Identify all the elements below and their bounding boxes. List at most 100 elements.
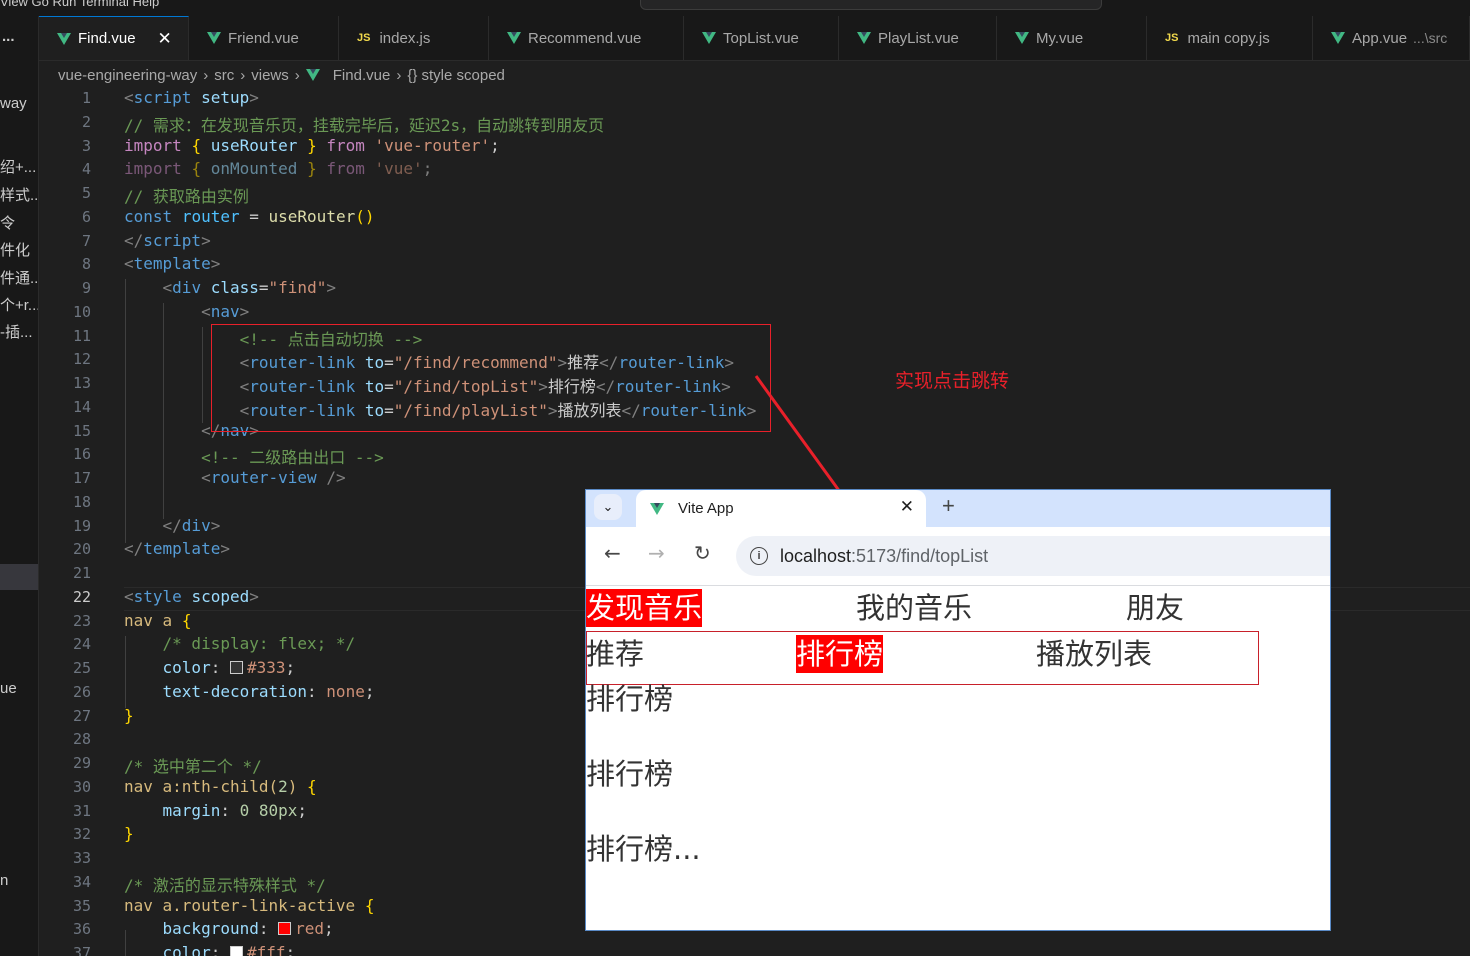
tab-label: PlayList.vue [878, 29, 959, 47]
browser-window: ⌄ Vite App ✕ + ← → ↻ i localhost:5173/fi… [585, 489, 1331, 931]
tab-my-vue[interactable]: My.vue [997, 16, 1147, 60]
breadcrumb-item[interactable]: src [214, 67, 234, 84]
command-center[interactable] [640, 0, 1102, 10]
breadcrumb-item[interactable]: vue-engineering-way [58, 67, 197, 84]
forward-arrow-icon[interactable]: → [648, 541, 665, 565]
tab-list-button[interactable]: ⌄ [594, 494, 622, 520]
tab-label: My.vue [1036, 29, 1084, 47]
explorer-item[interactable]: 样式... [0, 184, 38, 205]
browser-tab[interactable]: Vite App ✕ [636, 490, 926, 527]
tab-label: Recommend.vue [528, 29, 642, 47]
line-number: 2 [81, 113, 91, 131]
breadcrumb-item[interactable]: views [251, 67, 289, 84]
tab-label: Find.vue [78, 30, 136, 47]
sub-nav-link-playlist[interactable]: 播放列表 [1036, 635, 1152, 673]
reload-icon[interactable]: ↻ [694, 541, 711, 565]
explorer-item[interactable]: n [0, 872, 8, 889]
tab-find-vue[interactable]: Find.vue ✕ [39, 16, 189, 60]
title-bar: View Go Run Terminal Help [0, 0, 1470, 16]
code-line: // 获取路由实例 [124, 187, 249, 206]
explorer-sidebar: ... way 绍+... 样式... 令 件化 件通... 个+r... -插… [0, 16, 39, 956]
explorer-item[interactable]: 件化 [0, 239, 30, 260]
code-line: color: #fff; [124, 943, 295, 956]
site-info-icon[interactable]: i [750, 547, 768, 565]
vue-file-icon [1015, 32, 1029, 44]
line-number: 23 [72, 612, 91, 630]
line-number: 31 [72, 802, 91, 820]
code-line: <router-view /> [201, 468, 346, 487]
content-text: 排行榜... [586, 832, 701, 866]
explorer-item[interactable]: ue [0, 680, 17, 697]
explorer-selected-row[interactable] [0, 564, 38, 590]
close-icon[interactable]: ✕ [158, 29, 172, 49]
tab-playlist-vue[interactable]: PlayList.vue [839, 16, 997, 60]
js-file-icon: JS [357, 32, 371, 44]
close-icon[interactable]: ✕ [900, 497, 914, 517]
vue-file-icon [305, 69, 320, 81]
tab-toplist-vue[interactable]: TopList.vue [684, 16, 839, 60]
nav-link-my-music[interactable]: 我的音乐 [856, 589, 972, 627]
sub-nav-link-toplist[interactable]: 排行榜 [796, 635, 884, 673]
browser-tab-title: Vite App [678, 500, 734, 517]
tab-friend-vue[interactable]: Friend.vue [189, 16, 339, 60]
explorer-more-button[interactable]: ... [2, 28, 15, 45]
new-tab-button[interactable]: + [942, 493, 955, 519]
vue-file-icon [1331, 32, 1345, 44]
code-line: } [124, 706, 134, 725]
code-line: color: #333; [162, 658, 296, 677]
tab-label: App.vue [1352, 29, 1408, 47]
vue-file-icon [57, 32, 71, 45]
line-number: 1 [81, 89, 91, 107]
vite-favicon-icon [650, 502, 664, 515]
tab-index-js[interactable]: JS index.js [339, 16, 489, 60]
code-line: } [124, 824, 134, 843]
tab-label: TopList.vue [723, 29, 799, 47]
line-number: 33 [72, 849, 91, 867]
vue-file-icon [207, 32, 221, 44]
line-number: 35 [72, 897, 91, 915]
explorer-item[interactable]: way [0, 95, 27, 112]
line-number: 29 [72, 754, 91, 772]
browser-toolbar: ← → ↻ i localhost:5173/find/topList [586, 527, 1330, 586]
explorer-item[interactable]: 绍+... [0, 156, 36, 177]
line-number: 17 [72, 469, 91, 487]
tab-label: Friend.vue [228, 29, 299, 47]
code-line: background: red; [162, 919, 334, 938]
code-line: /* 选中第二个 */ [124, 757, 262, 776]
breadcrumb-item[interactable]: {} style scoped [407, 67, 505, 84]
line-number: 34 [72, 873, 91, 891]
code-line: nav a { [124, 611, 192, 630]
line-number: 13 [72, 374, 91, 392]
sub-nav-link-recommend[interactable]: 推荐 [586, 635, 644, 673]
line-number: 37 [72, 944, 91, 956]
code-line: <template> [124, 254, 221, 273]
explorer-item[interactable]: 令 [0, 212, 15, 233]
tab-recommend-vue[interactable]: Recommend.vue [489, 16, 684, 60]
breadcrumb-item[interactable]: Find.vue [333, 67, 391, 84]
tab-main-copy-js[interactable]: JS main copy.js [1147, 16, 1313, 60]
line-number: 22 [72, 588, 91, 606]
explorer-item[interactable]: -插... [0, 321, 33, 342]
explorer-item[interactable]: 件通... [0, 267, 38, 288]
address-bar[interactable]: i localhost:5173/find/topList [736, 536, 1330, 576]
tab-app-vue[interactable]: App.vue ...\src [1313, 16, 1470, 60]
line-number: 12 [72, 350, 91, 368]
chevron-right-icon: › [203, 66, 209, 84]
nav-link-find-music[interactable]: 发现音乐 [586, 589, 703, 627]
back-arrow-icon[interactable]: ← [604, 541, 621, 565]
web-page: 发现音乐 我的音乐 朋友 推荐 排行榜 播放列表 排行榜 排行榜 排行榜... [586, 586, 1330, 930]
line-number: 3 [81, 137, 91, 155]
chevron-right-icon: › [294, 66, 300, 84]
editor-tabs: Find.vue ✕ Friend.vue JS index.js Recomm… [39, 16, 1470, 61]
url-path: :5173/find/topList [851, 545, 989, 566]
nav-link-friend[interactable]: 朋友 [1126, 589, 1184, 627]
code-line: <div class="find"> [162, 278, 336, 297]
menu-bar[interactable]: View Go Run Terminal Help [0, 0, 159, 9]
line-number: 28 [72, 730, 91, 748]
code-line: /* 激活的显示特殊样式 */ [124, 876, 326, 895]
line-number: 11 [72, 327, 91, 345]
line-number: 25 [72, 659, 91, 677]
annotation-box [211, 324, 771, 432]
explorer-item[interactable]: 个+r... [0, 294, 38, 315]
url-host: localhost [780, 545, 852, 566]
